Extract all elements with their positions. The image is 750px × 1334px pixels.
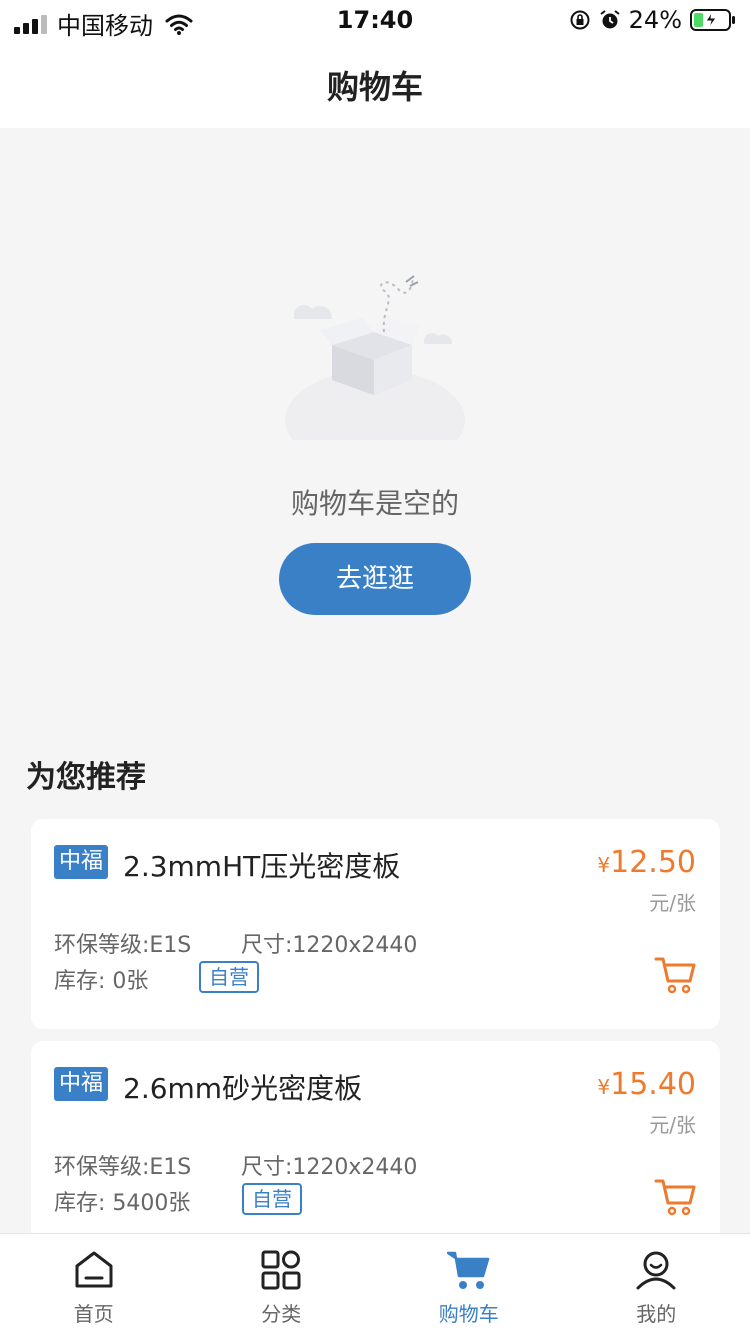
self-operated-tag: 自营 [199, 961, 259, 993]
product-card[interactable]: 中福 2.6mm砂光密度板 ¥15.40 元/张 环保等级:E1S 尺寸:122… [31, 1041, 720, 1251]
cart-icon [446, 1251, 489, 1289]
currency-symbol: ¥ [597, 853, 611, 877]
alarm-icon [600, 10, 620, 29]
empty-cart-message: 购物车是空的 [290, 487, 459, 520]
price-unit: 元/张 [649, 1113, 696, 1137]
add-to-cart-icon[interactable] [654, 955, 698, 995]
rotation-lock-icon [570, 10, 590, 30]
tab-category[interactable]: 分类 [188, 1234, 376, 1334]
status-bar: 中国移动 17:40 24% [0, 0, 750, 40]
price-unit: 元/张 [649, 891, 696, 915]
self-operated-tag: 自营 [242, 1183, 302, 1215]
tab-cart[interactable]: 购物车 [375, 1234, 563, 1334]
brand-tag: 中福 [54, 1067, 109, 1101]
recommend-title: 为您推荐 [26, 760, 146, 795]
price-value: 12.50 [610, 845, 696, 880]
tab-cart-label: 购物车 [438, 1302, 499, 1326]
spec-grade: 环保等级:E1S [54, 1155, 192, 1180]
spec-size: 尺寸:1220x2440 [241, 933, 418, 958]
profile-icon [636, 1251, 676, 1290]
nav-bar: 购物车 [0, 40, 750, 128]
home-icon [75, 1251, 113, 1288]
product-price: ¥15.40 [597, 1067, 696, 1102]
go-shopping-button[interactable]: 去逛逛 [279, 543, 471, 615]
product-name[interactable]: 2.3mmHT压光密度板 [123, 845, 400, 885]
price-value: 15.40 [610, 1067, 696, 1102]
stock-count: 库存: 0张 [54, 969, 149, 994]
add-to-cart-icon[interactable] [654, 1177, 698, 1217]
stock-count: 库存: 5400张 [54, 1191, 191, 1216]
product-card[interactable]: 中福 2.3mmHT压光密度板 ¥12.50 元/张 环保等级:E1S 尺寸:1… [31, 819, 720, 1029]
product-price: ¥12.50 [597, 845, 696, 880]
page-title: 购物车 [326, 68, 423, 106]
spec-grade: 环保等级:E1S [54, 933, 192, 958]
tab-profile[interactable]: 我的 [563, 1234, 750, 1334]
spec-size: 尺寸:1220x2440 [241, 1155, 418, 1180]
product-name[interactable]: 2.6mm砂光密度板 [123, 1067, 362, 1107]
battery-charging-icon [690, 9, 735, 31]
category-icon [261, 1250, 301, 1290]
currency-symbol: ¥ [597, 1075, 611, 1099]
tab-home[interactable]: 首页 [0, 1234, 188, 1334]
tab-category-label: 分类 [261, 1302, 302, 1326]
tab-profile-label: 我的 [636, 1302, 677, 1326]
tab-bar: 首页 分类 购物车 我的 [0, 1233, 750, 1334]
brand-tag: 中福 [54, 845, 109, 879]
tab-home-label: 首页 [73, 1302, 114, 1326]
empty-cart-illustration [274, 240, 476, 440]
battery-percent: 24% [628, 6, 682, 34]
status-right: 24% [569, 6, 736, 34]
